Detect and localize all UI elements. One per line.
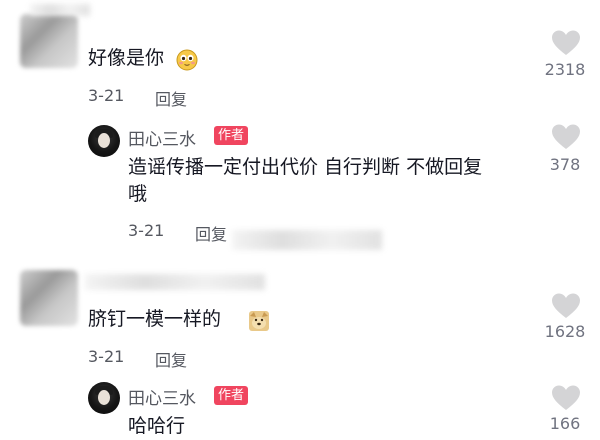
- reply-button[interactable]: 回复: [195, 221, 227, 245]
- author-badge: 作者: [214, 386, 249, 405]
- like-count: 1628: [544, 322, 586, 341]
- redacted-username: [30, 4, 90, 16]
- comment-date: 3-21: [88, 86, 125, 105]
- comment-date: 3-21: [88, 347, 125, 366]
- heart-icon[interactable]: [551, 384, 581, 412]
- redacted-username: [85, 274, 265, 290]
- like-count: 378: [549, 155, 581, 174]
- heart-icon[interactable]: [551, 123, 581, 151]
- author-name[interactable]: 田心三水: [128, 125, 196, 150]
- like-count: 166: [549, 414, 581, 433]
- doge-emoji: [249, 311, 269, 331]
- commenter-avatar[interactable]: [20, 14, 78, 68]
- reply-text: 造谣传播一定付出代价 自行判断 不做回复: [128, 156, 483, 178]
- heart-icon[interactable]: [551, 292, 581, 320]
- author-name[interactable]: 田心三水: [128, 384, 196, 409]
- comment-text: 脐钉一模一样的: [88, 308, 222, 330]
- like-count: 2318: [544, 60, 586, 79]
- comment-text: 好像是你: [88, 47, 165, 69]
- heart-icon[interactable]: [551, 29, 581, 57]
- author-avatar[interactable]: [88, 382, 120, 414]
- commenter-avatar[interactable]: [20, 270, 78, 326]
- reply-text: 哈哈行: [128, 415, 186, 437]
- reply-button[interactable]: 回复: [155, 347, 187, 371]
- reply-button[interactable]: 回复: [155, 86, 187, 110]
- author-avatar[interactable]: [88, 125, 120, 157]
- reply-text-continued: 哦: [128, 183, 148, 205]
- watermark-smudge: [232, 230, 382, 250]
- reply-date: 3-21: [128, 221, 165, 240]
- author-badge: 作者: [214, 126, 249, 145]
- shy-face-emoji: [176, 49, 198, 71]
